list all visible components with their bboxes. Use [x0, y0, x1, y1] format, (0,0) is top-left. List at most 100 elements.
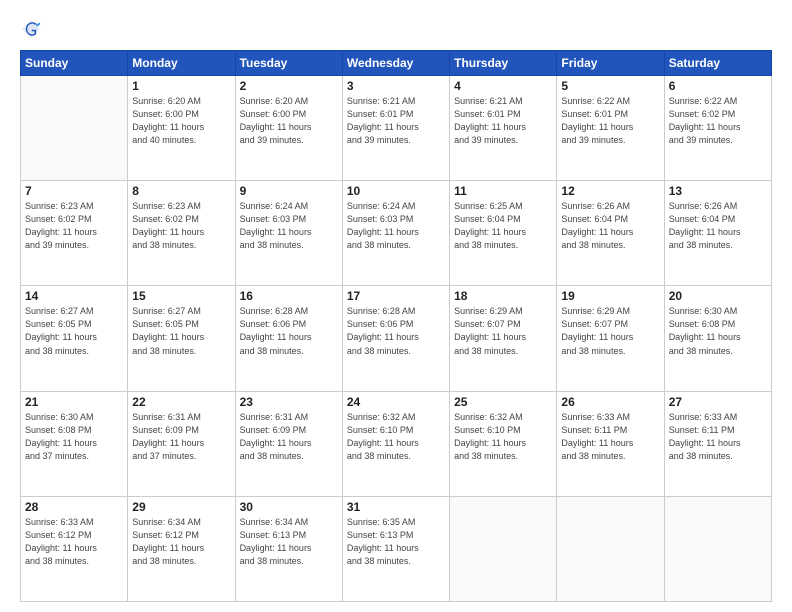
day-number: 13 [669, 184, 767, 198]
day-number: 3 [347, 79, 445, 93]
calendar-cell: 5 Sunrise: 6:22 AM Sunset: 6:01 PM Daylig… [557, 76, 664, 181]
day-info: Sunrise: 6:22 AM Sunset: 6:01 PM Dayligh… [561, 95, 659, 147]
day-info: Sunrise: 6:21 AM Sunset: 6:01 PM Dayligh… [347, 95, 445, 147]
day-info: Sunrise: 6:29 AM Sunset: 6:07 PM Dayligh… [454, 305, 552, 357]
day-info: Sunrise: 6:33 AM Sunset: 6:12 PM Dayligh… [25, 516, 123, 568]
day-number: 21 [25, 395, 123, 409]
calendar-cell: 27Sunrise: 6:33 AM Sunset: 6:11 PM Dayli… [664, 391, 771, 496]
day-info: Sunrise: 6:27 AM Sunset: 6:05 PM Dayligh… [132, 305, 230, 357]
calendar-cell: 4Sunrise: 6:21 AM Sunset: 6:01 PM Daylig… [450, 76, 557, 181]
day-info: Sunrise: 6:20 AM Sunset: 6:00 PM Dayligh… [132, 95, 230, 147]
calendar-cell: 14Sunrise: 6:27 AM Sunset: 6:05 PM Dayli… [21, 286, 128, 391]
calendar-cell: 12 Sunrise: 6:26 AM Sunset: 6:04 PM Dayli… [557, 181, 664, 286]
day-info: Sunrise: 6:33 AM Sunset: 6:11 PM Dayligh… [561, 411, 659, 463]
day-number: 9 [240, 184, 338, 198]
day-number: 31 [347, 500, 445, 514]
day-info: Sunrise: 6:24 AM Sunset: 6:03 PM Dayligh… [347, 200, 445, 252]
calendar-cell: 16 Sunrise: 6:28 AM Sunset: 6:06 PM Dayli… [235, 286, 342, 391]
day-info: Sunrise: 6:30 AM Sunset: 6:08 PM Dayligh… [25, 411, 123, 463]
day-info: Sunrise: 6:31 AM Sunset: 6:09 PM Dayligh… [240, 411, 338, 463]
day-info: Sunrise: 6:23 AM Sunset: 6:02 PM Dayligh… [25, 200, 123, 252]
day-number: 22 [132, 395, 230, 409]
calendar-cell [557, 496, 664, 601]
day-number: 5 [561, 79, 659, 93]
calendar-cell: 7 Sunrise: 6:23 AM Sunset: 6:02 PM Daylig… [21, 181, 128, 286]
calendar-cell: 24Sunrise: 6:32 AM Sunset: 6:10 PM Dayli… [342, 391, 449, 496]
weekday-header: Thursday [450, 51, 557, 76]
day-info: Sunrise: 6:28 AM Sunset: 6:06 PM Dayligh… [347, 305, 445, 357]
calendar-cell: 11Sunrise: 6:25 AM Sunset: 6:04 PM Dayli… [450, 181, 557, 286]
calendar-cell: 3 Sunrise: 6:21 AM Sunset: 6:01 PM Daylig… [342, 76, 449, 181]
day-number: 27 [669, 395, 767, 409]
day-number: 15 [132, 289, 230, 303]
day-info: Sunrise: 6:25 AM Sunset: 6:04 PM Dayligh… [454, 200, 552, 252]
calendar-cell: 20 Sunrise: 6:30 AM Sunset: 6:08 PM Dayli… [664, 286, 771, 391]
calendar-cell: 29 Sunrise: 6:34 AM Sunset: 6:12 PM Dayli… [128, 496, 235, 601]
calendar-cell: 6 Sunrise: 6:22 AM Sunset: 6:02 PM Daylig… [664, 76, 771, 181]
day-info: Sunrise: 6:26 AM Sunset: 6:04 PM Dayligh… [561, 200, 659, 252]
day-number: 7 [25, 184, 123, 198]
calendar-cell: 31 Sunrise: 6:35 AM Sunset: 6:13 PM Dayli… [342, 496, 449, 601]
day-number: 14 [25, 289, 123, 303]
day-info: Sunrise: 6:24 AM Sunset: 6:03 PM Dayligh… [240, 200, 338, 252]
calendar-cell: 18 Sunrise: 6:29 AM Sunset: 6:07 PM Dayli… [450, 286, 557, 391]
weekday-header: Saturday [664, 51, 771, 76]
day-number: 23 [240, 395, 338, 409]
calendar-week-row: 7 Sunrise: 6:23 AM Sunset: 6:02 PM Daylig… [21, 181, 772, 286]
calendar-cell: 26 Sunrise: 6:33 AM Sunset: 6:11 PM Dayli… [557, 391, 664, 496]
calendar-cell: 2 Sunrise: 6:20 AM Sunset: 6:00 PM Daylig… [235, 76, 342, 181]
day-info: Sunrise: 6:22 AM Sunset: 6:02 PM Dayligh… [669, 95, 767, 147]
day-number: 16 [240, 289, 338, 303]
day-info: Sunrise: 6:31 AM Sunset: 6:09 PM Dayligh… [132, 411, 230, 463]
calendar-week-row: 21 Sunrise: 6:30 AM Sunset: 6:08 PM Dayli… [21, 391, 772, 496]
weekday-header: Sunday [21, 51, 128, 76]
calendar-cell: 19Sunrise: 6:29 AM Sunset: 6:07 PM Dayli… [557, 286, 664, 391]
day-number: 20 [669, 289, 767, 303]
calendar-cell: 8 Sunrise: 6:23 AM Sunset: 6:02 PM Daylig… [128, 181, 235, 286]
calendar-week-row: 1Sunrise: 6:20 AM Sunset: 6:00 PM Daylig… [21, 76, 772, 181]
calendar-cell [664, 496, 771, 601]
day-info: Sunrise: 6:32 AM Sunset: 6:10 PM Dayligh… [454, 411, 552, 463]
day-number: 10 [347, 184, 445, 198]
day-number: 6 [669, 79, 767, 93]
logo-icon [20, 18, 42, 40]
day-info: Sunrise: 6:23 AM Sunset: 6:02 PM Dayligh… [132, 200, 230, 252]
page: SundayMondayTuesdayWednesdayThursdayFrid… [0, 0, 792, 612]
calendar-cell [450, 496, 557, 601]
day-number: 29 [132, 500, 230, 514]
calendar-week-row: 14 Sunrise: 6:27 AM Sunset: 6:05 PM Dayli… [21, 286, 772, 391]
day-number: 30 [240, 500, 338, 514]
day-number: 25 [454, 395, 552, 409]
calendar-cell: 10 Sunrise: 6:24 AM Sunset: 6:03 PM Dayli… [342, 181, 449, 286]
day-number: 26 [561, 395, 659, 409]
day-info: Sunrise: 6:30 AM Sunset: 6:08 PM Dayligh… [669, 305, 767, 357]
logo [20, 18, 46, 40]
weekday-header: Tuesday [235, 51, 342, 76]
day-info: Sunrise: 6:34 AM Sunset: 6:13 PM Dayligh… [240, 516, 338, 568]
day-info: Sunrise: 6:20 AM Sunset: 6:00 PM Dayligh… [240, 95, 338, 147]
day-info: Sunrise: 6:35 AM Sunset: 6:13 PM Dayligh… [347, 516, 445, 568]
calendar-week-row: 28 Sunrise: 6:33 AM Sunset: 6:12 PM Dayli… [21, 496, 772, 601]
day-info: Sunrise: 6:32 AM Sunset: 6:10 PM Dayligh… [347, 411, 445, 463]
weekday-header: Wednesday [342, 51, 449, 76]
day-number: 8 [132, 184, 230, 198]
day-number: 17 [347, 289, 445, 303]
day-number: 2 [240, 79, 338, 93]
calendar-cell: 22 Sunrise: 6:31 AM Sunset: 6:09 PM Dayli… [128, 391, 235, 496]
calendar-cell: 13Sunrise: 6:26 AM Sunset: 6:04 PM Dayli… [664, 181, 771, 286]
day-number: 12 [561, 184, 659, 198]
day-number: 28 [25, 500, 123, 514]
header [20, 18, 772, 40]
day-info: Sunrise: 6:34 AM Sunset: 6:12 PM Dayligh… [132, 516, 230, 568]
calendar-cell: 28 Sunrise: 6:33 AM Sunset: 6:12 PM Dayli… [21, 496, 128, 601]
weekday-header-row: SundayMondayTuesdayWednesdayThursdayFrid… [21, 51, 772, 76]
weekday-header: Friday [557, 51, 664, 76]
calendar-cell: 21 Sunrise: 6:30 AM Sunset: 6:08 PM Dayli… [21, 391, 128, 496]
calendar: SundayMondayTuesdayWednesdayThursdayFrid… [20, 50, 772, 602]
calendar-cell [21, 76, 128, 181]
day-info: Sunrise: 6:28 AM Sunset: 6:06 PM Dayligh… [240, 305, 338, 357]
calendar-cell: 15 Sunrise: 6:27 AM Sunset: 6:05 PM Dayli… [128, 286, 235, 391]
day-info: Sunrise: 6:21 AM Sunset: 6:01 PM Dayligh… [454, 95, 552, 147]
calendar-cell: 1Sunrise: 6:20 AM Sunset: 6:00 PM Daylig… [128, 76, 235, 181]
day-number: 18 [454, 289, 552, 303]
